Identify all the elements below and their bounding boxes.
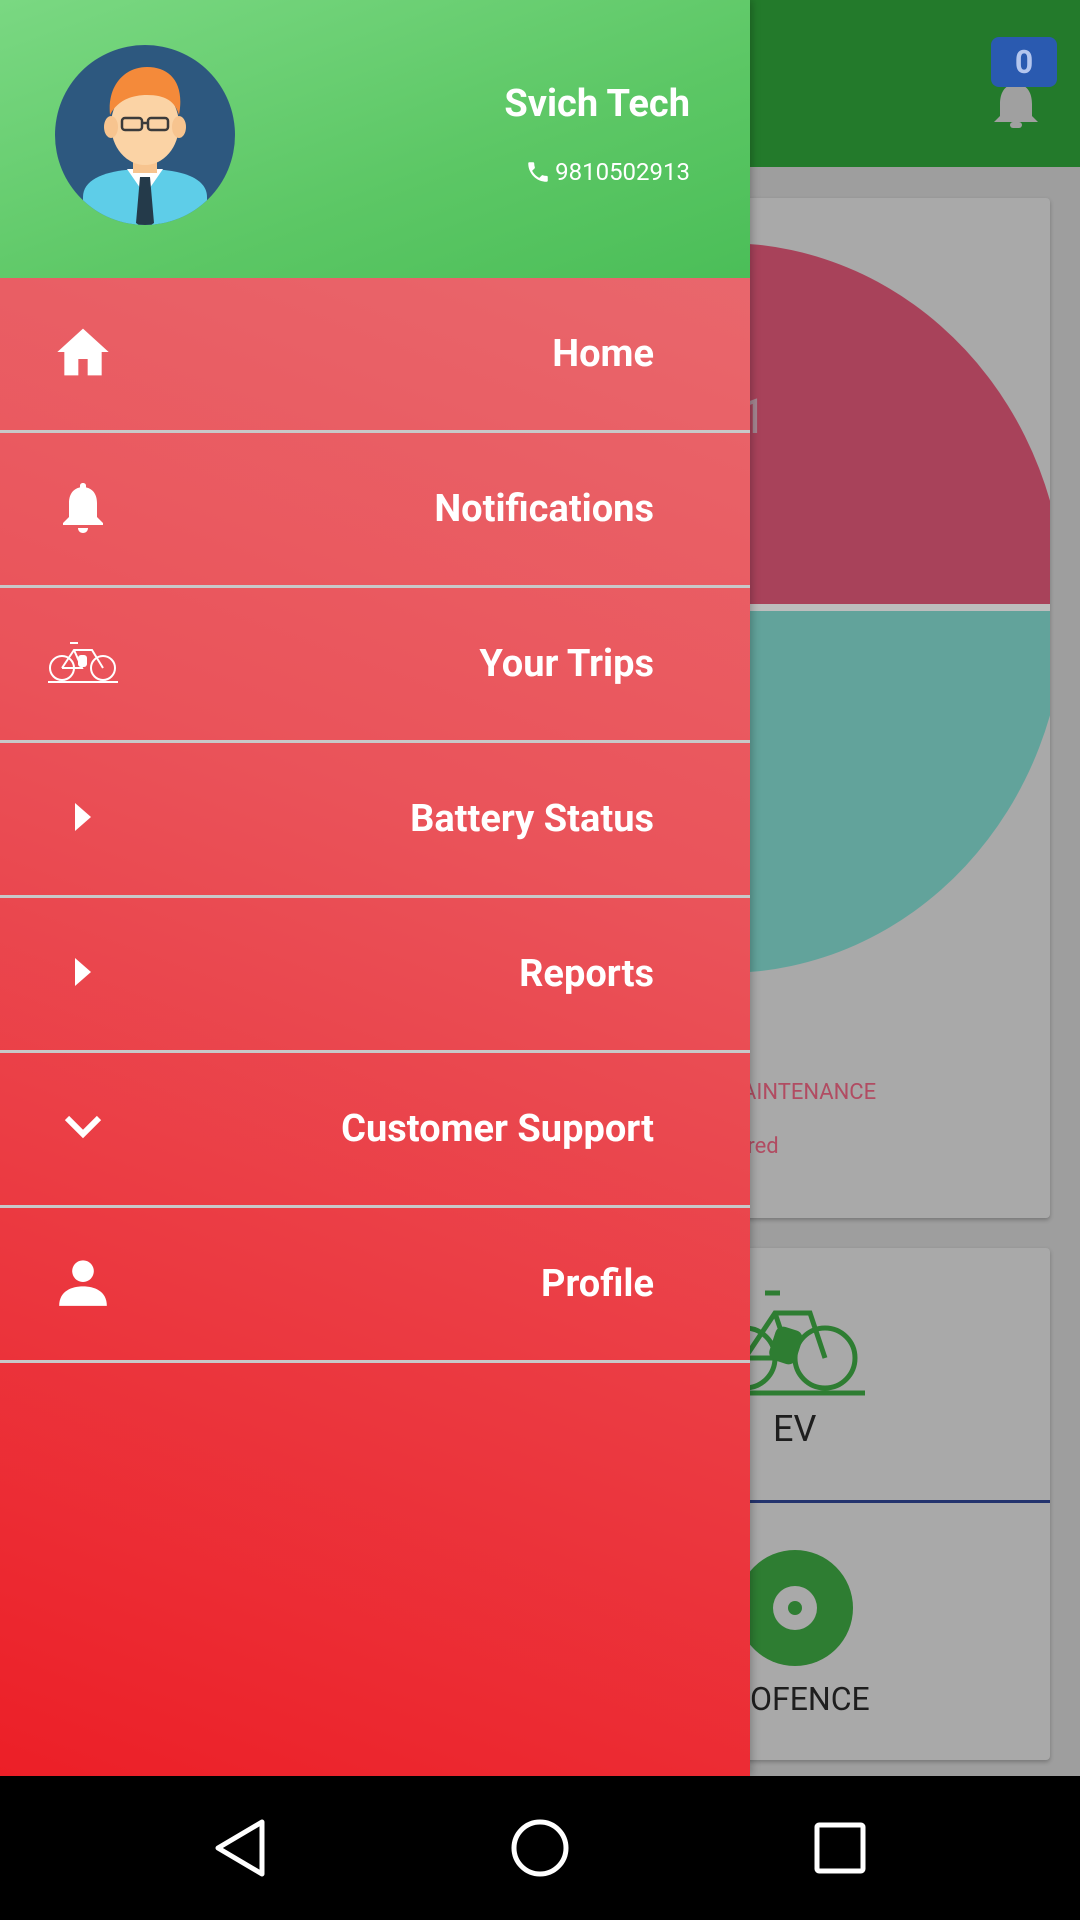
notification-count-badge: 0 bbox=[991, 37, 1057, 87]
menu-item-label: Notifications bbox=[434, 487, 654, 531]
menu-item-label: Customer Support bbox=[341, 1107, 654, 1151]
chevron-down-icon bbox=[45, 1097, 121, 1157]
person-icon bbox=[45, 1252, 121, 1312]
drawer-menu: Home Notifications Your Trips Battery St… bbox=[0, 278, 750, 1363]
menu-item-label: Battery Status bbox=[410, 797, 654, 841]
phone-icon bbox=[528, 162, 548, 182]
menu-item-battery-status[interactable]: Battery Status bbox=[0, 743, 750, 898]
menu-item-label: Profile bbox=[540, 1262, 654, 1306]
drawer-header: Svich Tech 9810502913 bbox=[0, 0, 750, 278]
status-chart-card: 1 AINTENANCE ired bbox=[720, 198, 1050, 1218]
menu-item-label: Reports bbox=[519, 952, 654, 996]
pie-slice-other bbox=[725, 608, 1050, 973]
ev-tab-underline bbox=[720, 1500, 1050, 1503]
recents-square-icon bbox=[814, 1822, 866, 1874]
phone-number: 9810502913 bbox=[555, 158, 690, 186]
home-icon bbox=[45, 322, 121, 382]
ev-label[interactable]: EV bbox=[773, 1408, 816, 1450]
caret-right-icon bbox=[45, 942, 121, 1002]
home-circle-icon bbox=[511, 1819, 569, 1877]
geofence-icon bbox=[737, 1550, 853, 1666]
menu-item-home[interactable]: Home bbox=[0, 278, 750, 433]
menu-item-reports[interactable]: Reports bbox=[0, 898, 750, 1053]
home-nav-button[interactable] bbox=[480, 1776, 600, 1920]
phone-row: 9810502913 bbox=[525, 158, 690, 186]
menu-item-label: Your Trips bbox=[479, 642, 654, 686]
back-button[interactable] bbox=[180, 1776, 300, 1920]
menu-item-customer-support[interactable]: Customer Support bbox=[0, 1053, 750, 1208]
geofence-label[interactable]: OFENCE bbox=[750, 1680, 870, 1718]
status-pie-chart bbox=[725, 243, 1050, 973]
avatar[interactable] bbox=[55, 45, 235, 225]
legend-maintenance: AINTENANCE bbox=[742, 1080, 877, 1105]
system-navigation-bar bbox=[0, 1776, 1080, 1920]
menu-item-notifications[interactable]: Notifications bbox=[0, 433, 750, 588]
bell-icon bbox=[45, 477, 121, 537]
pie-slice-maintenance bbox=[725, 243, 1050, 608]
menu-item-label: Home bbox=[552, 332, 654, 376]
vehicle-card[interactable]: EV OFENCE bbox=[720, 1248, 1050, 1760]
user-name: Svich Tech bbox=[504, 82, 690, 126]
menu-item-profile[interactable]: Profile bbox=[0, 1208, 750, 1363]
recents-button[interactable] bbox=[780, 1776, 900, 1920]
bicycle-icon bbox=[46, 632, 120, 692]
navigation-drawer: Svich Tech 9810502913 Home Notifications bbox=[0, 0, 750, 1776]
caret-right-icon bbox=[45, 787, 121, 847]
menu-item-your-trips[interactable]: Your Trips bbox=[0, 588, 750, 743]
back-triangle-icon bbox=[215, 1819, 265, 1877]
